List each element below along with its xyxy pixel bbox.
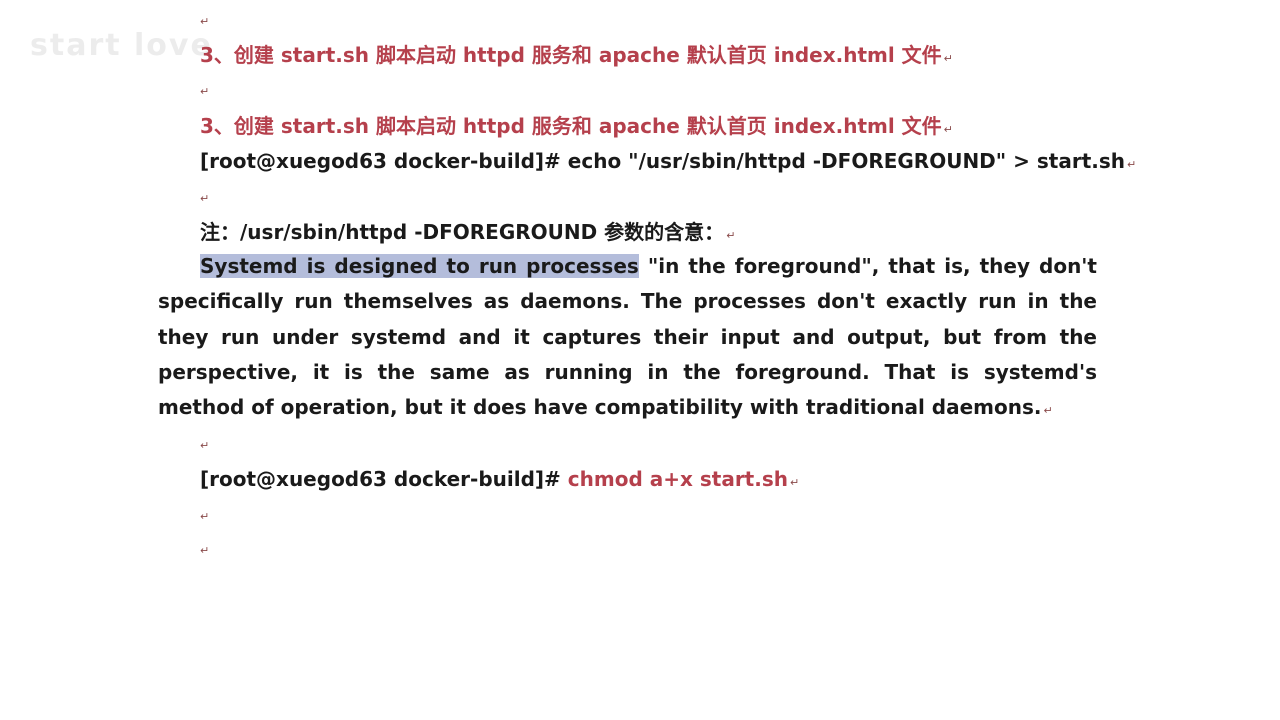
note-line: 注：/usr/sbin/httpd -DFOREGROUND 参数的含意： ↵ (200, 220, 735, 248)
chmod-command: chmod a+x start.sh (567, 467, 788, 491)
shell-prompt: [root@xuegod63 docker-build]# (200, 149, 561, 173)
echo-command: echo "/usr/sbin/httpd -DFOREGROUND" > st… (567, 149, 1126, 173)
systemd-paragraph: Systemd is designed to run processes "in… (158, 249, 1097, 425)
paragraph-mark: ↵ (200, 510, 210, 523)
heading-text: 3、创建 start.sh 脚本启动 httpd 服务和 apache 默认首页… (200, 114, 942, 138)
paragraph-line: specifically run themselves as daemons. … (158, 284, 1097, 319)
paragraph-mark: ↵ (200, 15, 210, 28)
paragraph-line: method of operation, but it does have co… (158, 390, 1097, 425)
note-text: 注：/usr/sbin/httpd -DFOREGROUND 参数的含意： (200, 220, 725, 244)
shell-prompt: [root@xuegod63 docker-build]# (200, 467, 561, 491)
selected-text[interactable]: Systemd is designed to run processes (200, 254, 639, 278)
heading-line: 3、创建 start.sh 脚本启动 httpd 服务和 apache 默认首页… (200, 114, 953, 142)
paragraph-text: method of operation, but it does have co… (158, 395, 1042, 420)
paragraph-mark: ↵ (1127, 158, 1137, 171)
paragraph-mark: ↵ (200, 192, 210, 205)
paragraph-mark: ↵ (200, 544, 210, 557)
paragraph-mark: ↵ (1043, 404, 1053, 418)
heading-text-top: 3、创建 start.sh 脚本启动 httpd 服务和 apache 默认首页… (200, 43, 942, 67)
paragraph-mark: ↵ (943, 123, 953, 136)
command-line-chmod: [root@xuegod63 docker-build]# chmod a+x … (200, 467, 799, 495)
paragraph-text: perspective, it is the same as running i… (158, 359, 1097, 384)
paragraph-mark: ↵ (789, 476, 800, 489)
paragraph-line: Systemd is designed to run processes "in… (158, 249, 1097, 284)
paragraph-line: perspective, it is the same as running i… (158, 355, 1097, 390)
watermark-logo: start love (30, 28, 213, 63)
paragraph-line: they run under systemd and it captures t… (158, 320, 1097, 355)
paragraph-mark: ↵ (200, 85, 210, 98)
paragraph-mark: ↵ (943, 52, 953, 65)
command-line-echo: [root@xuegod63 docker-build]# echo "/usr… (200, 149, 1136, 177)
paragraph-mark: ↵ (726, 229, 736, 242)
paragraph-mark: ↵ (200, 439, 210, 452)
paragraph-text: specifically run themselves as daemons. … (158, 289, 1097, 314)
paragraph-text: they run under systemd and it captures t… (158, 324, 1097, 349)
heading-line-top: 3、创建 start.sh 脚本启动 httpd 服务和 apache 默认首页… (200, 43, 953, 71)
